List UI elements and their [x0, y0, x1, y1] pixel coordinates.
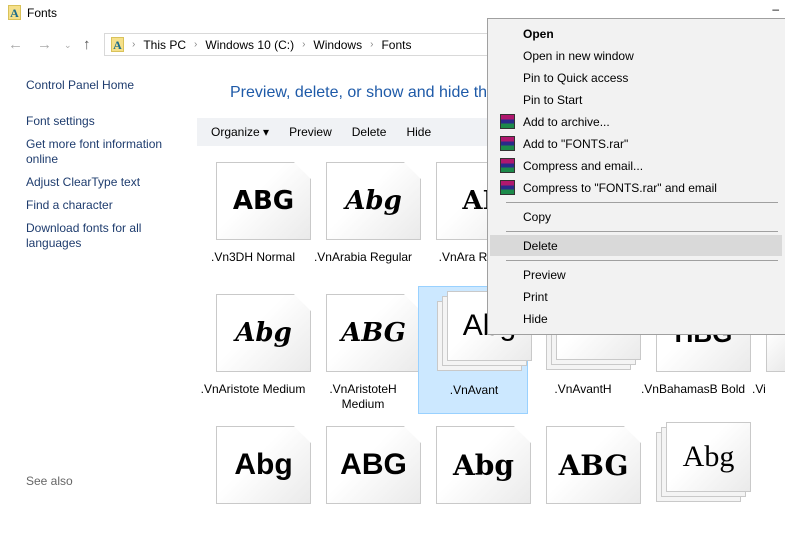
toolbar: Organize ▾ Preview Delete Hide [197, 118, 497, 146]
find-character-link[interactable]: Find a character [26, 198, 186, 213]
download-fonts-link[interactable]: Download fonts for all languages [26, 221, 186, 251]
menu-item-label: Compress and email... [523, 158, 644, 173]
menu-item-print[interactable]: Print [490, 286, 782, 307]
menu-separator [506, 260, 778, 261]
menu-item-label: Add to archive... [523, 114, 610, 129]
chevron-right-icon: › [370, 39, 374, 50]
breadcrumb-c-drive[interactable]: Windows 10 (C:) [205, 38, 294, 52]
menu-item-label: Pin to Quick access [523, 70, 629, 85]
menu-separator [506, 231, 778, 232]
control-panel-home-link[interactable]: Control Panel Home [26, 78, 186, 93]
winrar-icon [500, 114, 515, 129]
menu-item-label: Open [523, 26, 554, 41]
font-name: .VnAvant [449, 383, 499, 397]
winrar-icon [500, 136, 515, 151]
breadcrumb-windows[interactable]: Windows [313, 38, 362, 52]
chevron-right-icon: › [132, 39, 136, 50]
font-tile[interactable]: Abg .VnAristote Medium [198, 286, 311, 414]
up-button[interactable]: ↑ [83, 36, 91, 53]
breadcrumb-this-pc[interactable]: This PC [143, 38, 186, 52]
font-tile[interactable]: Abg [198, 418, 311, 546]
chevron-right-icon: › [302, 39, 306, 50]
font-name: .VnBahamasB Bold [640, 382, 746, 396]
back-button[interactable]: ← [8, 36, 23, 53]
minimize-button[interactable]: – [772, 2, 779, 16]
font-preview-icon: Abg [216, 294, 311, 372]
menu-item-pin-to-start[interactable]: Pin to Start [490, 89, 782, 110]
font-tile[interactable]: Abg [418, 418, 531, 546]
cleartype-link[interactable]: Adjust ClearType text [26, 175, 186, 190]
font-preview-icon: Abg [666, 422, 751, 492]
window-title: A Fonts [8, 5, 57, 20]
font-tile[interactable]: Abg [638, 418, 751, 546]
font-tile[interactable]: ABG [308, 418, 421, 546]
font-preview-icon: ABG [546, 426, 641, 504]
font-tile[interactable]: ABG [528, 418, 641, 546]
menu-item-open[interactable]: Open [490, 23, 782, 44]
menu-item-add-to-archive[interactable]: Add to archive... [490, 111, 782, 132]
font-settings-link[interactable]: Font settings [26, 114, 186, 129]
forward-button[interactable]: → [37, 36, 52, 53]
font-preview-icon: ABG [326, 294, 421, 372]
chevron-right-icon: › [194, 39, 198, 50]
breadcrumb-fonts[interactable]: Fonts [381, 38, 411, 52]
menu-item-compress-and-email[interactable]: Compress and email... [490, 155, 782, 176]
more-font-info-link[interactable]: Get more font information online [26, 137, 186, 167]
menu-separator [506, 202, 778, 203]
winrar-icon [500, 180, 515, 195]
menu-item-label: Open in new window [523, 48, 634, 63]
menu-item-add-to-fonts-rar[interactable]: Add to "FONTS.rar" [490, 133, 782, 154]
menu-item-label: Hide [523, 311, 548, 326]
fonts-folder-icon: A [8, 5, 21, 20]
menu-item-label: Print [523, 289, 548, 304]
address-bar[interactable]: A › This PC › Windows 10 (C:) › Windows › Fo… [104, 33, 504, 56]
winrar-icon [500, 158, 515, 173]
hide-button[interactable]: Hide [406, 125, 431, 139]
menu-item-compress-to-fonts-rar-and-email[interactable]: Compress to "FONTS.rar" and email [490, 177, 782, 198]
font-name: .VnAristoteH Medium [329, 382, 397, 411]
font-preview-icon: Abg [326, 162, 421, 240]
organize-button[interactable]: Organize ▾ [211, 125, 269, 139]
menu-item-label: Add to "FONTS.rar" [523, 136, 629, 151]
delete-button[interactable]: Delete [352, 125, 387, 139]
font-tile[interactable]: ABG .Vn3DH Normal [198, 154, 311, 282]
fonts-folder-icon: A [111, 37, 124, 52]
font-name: .VnAristote Medium [200, 382, 306, 396]
font-preview-icon: Abg [216, 426, 311, 504]
menu-item-hide[interactable]: Hide [490, 308, 782, 329]
sidebar: Control Panel Home Font settings Get mor… [26, 78, 186, 251]
menu-item-label: Preview [523, 267, 566, 282]
menu-item-label: Copy [523, 209, 552, 224]
menu-item-open-in-new-window[interactable]: Open in new window [490, 45, 782, 66]
context-menu: Open Open in new window Pin to Quick acces… [487, 18, 785, 335]
menu-item-preview[interactable]: Preview [490, 264, 782, 285]
menu-item-copy[interactable]: Copy [490, 206, 782, 227]
recent-locations-button[interactable]: ⌄ [64, 40, 72, 51]
menu-item-label: Delete [523, 238, 558, 253]
font-name: .VnArabia Regular [313, 250, 413, 264]
preview-button[interactable]: Preview [289, 125, 332, 139]
menu-item-delete[interactable]: Delete [490, 235, 782, 256]
font-name: .VnAvantH [554, 382, 612, 396]
menu-item-label: Compress to "FONTS.rar" and email [523, 180, 717, 195]
page-heading: Preview, delete, or show and hide the [230, 84, 496, 101]
font-preview-icon: Abg [436, 426, 531, 504]
font-name: .Vn3DH Normal [210, 250, 296, 264]
font-preview-icon: ABG [326, 426, 421, 504]
font-tile[interactable]: ABG .VnAristoteH Medium [308, 286, 421, 414]
menu-item-pin-to-quick-access[interactable]: Pin to Quick access [490, 67, 782, 88]
menu-item-label: Pin to Start [523, 92, 583, 107]
font-name: .Vi [752, 382, 766, 396]
font-tile[interactable]: Abg .VnArabia Regular [308, 154, 421, 282]
font-preview-icon: ABG [216, 162, 311, 240]
